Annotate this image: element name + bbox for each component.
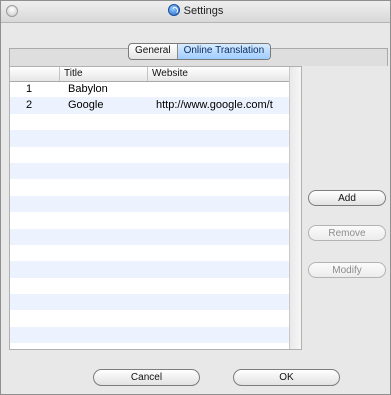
table-body: 1 Babylon 2 Google http://www.google.com/t <box>10 81 290 344</box>
column-header-title[interactable]: Title <box>60 67 148 81</box>
table-row[interactable] <box>10 114 290 130</box>
table-row[interactable] <box>10 130 290 147</box>
row-title: Babylon <box>68 83 108 95</box>
cancel-button[interactable]: Cancel <box>93 369 200 386</box>
table-row[interactable] <box>10 212 290 228</box>
window-title: Settings <box>183 5 224 17</box>
table-row[interactable] <box>10 326 290 344</box>
row-index: 1 <box>25 83 33 95</box>
row-title: Google <box>68 99 104 112</box>
row-website: http://www.google.com/t <box>156 99 273 112</box>
table-row[interactable]: 2 Google http://www.google.com/t <box>10 97 290 114</box>
table-row[interactable] <box>10 261 290 278</box>
table-row[interactable] <box>10 195 290 213</box>
table-row[interactable] <box>10 179 290 195</box>
table-row[interactable] <box>10 278 290 294</box>
tab-online-translation[interactable]: Online Translation <box>177 44 271 59</box>
table-row[interactable] <box>10 310 290 326</box>
modify-button[interactable]: Modify <box>308 262 386 278</box>
table-row[interactable] <box>10 147 290 163</box>
add-button[interactable]: Add <box>308 190 386 206</box>
table-scrollbar[interactable] <box>289 67 301 349</box>
window-title-area: Settings <box>1 4 390 17</box>
remove-button[interactable]: Remove <box>308 225 386 241</box>
ok-button[interactable]: OK <box>233 369 340 386</box>
row-index: 2 <box>25 99 33 112</box>
table-row[interactable] <box>10 162 290 180</box>
settings-window: Settings General Online Translation Titl… <box>0 0 391 395</box>
column-header-index[interactable] <box>10 67 60 81</box>
translation-sites-table[interactable]: Title Website 1 Babylon 2 Google http://www.… <box>9 66 302 350</box>
table-header: Title Website <box>10 67 290 82</box>
tab-general[interactable]: General <box>129 44 178 59</box>
column-header-website[interactable]: Website <box>148 67 290 81</box>
tab-bar: General Online Translation <box>128 43 272 60</box>
table-row[interactable] <box>10 294 290 311</box>
title-bar: Settings <box>1 1 390 23</box>
table-row[interactable] <box>10 228 290 245</box>
app-icon <box>167 4 180 16</box>
table-row[interactable]: 1 Babylon <box>10 81 290 97</box>
table-row[interactable] <box>10 245 290 261</box>
